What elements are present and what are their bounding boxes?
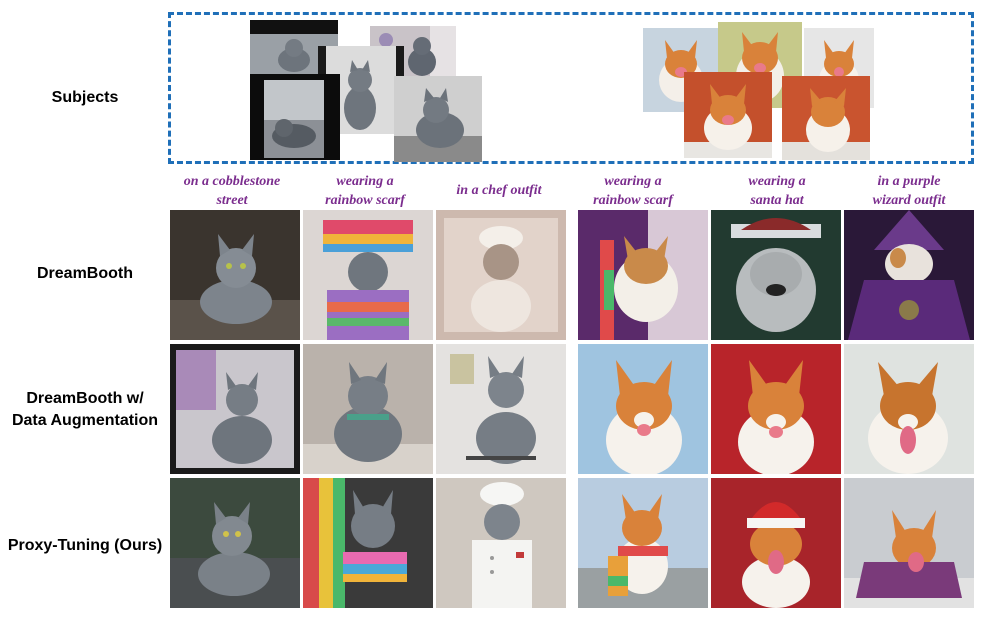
prompt-line: wearing a — [336, 174, 394, 189]
prompt-line: rainbow scarf — [325, 193, 405, 208]
dreambooth-cat-cobblestone — [170, 210, 300, 340]
prompt-chef-outfit: in a chef outfit — [434, 181, 564, 200]
prompt-line: street — [216, 193, 248, 208]
dog-subject-photo-5 — [782, 76, 870, 160]
proxy-dog-santa-hat — [711, 478, 841, 608]
prompt-line: santa hat — [750, 193, 804, 208]
dreambooth-dog-santa-hat — [711, 210, 841, 340]
dreambooth-cat-rainbow-scarf — [303, 210, 433, 340]
proxy-dog-wizard — [844, 478, 974, 608]
aug-cat-cobblestone — [170, 344, 300, 474]
prompt-line: in a purple — [877, 174, 941, 189]
prompt-cat-rainbow-scarf: wearing a rainbow scarf — [300, 172, 430, 210]
prompt-cobblestone: on a cobblestone street — [167, 172, 297, 210]
dreambooth-row-label: DreamBooth — [36, 265, 133, 282]
prompt-dog-rainbow-scarf: wearing a rainbow scarf — [568, 172, 698, 210]
dog-subject-photo-4 — [684, 72, 772, 158]
aug-cat-chef — [436, 344, 566, 474]
dreambooth-cat-chef — [436, 210, 566, 340]
aug-dog-santa-hat — [711, 344, 841, 474]
prompt-line: wearing a — [748, 174, 806, 189]
prompt-line: wearing a — [604, 174, 662, 189]
prompt-wizard-outfit: in a purple wizard outfit — [844, 172, 974, 210]
dreambooth-aug-label-line1: DreamBooth w/ — [26, 390, 144, 407]
proxy-cat-rainbow-scarf — [303, 478, 433, 608]
prompt-line: in a chef outfit — [456, 183, 542, 198]
dreambooth-dog-rainbow-scarf — [578, 210, 708, 340]
dreambooth-aug-label-line2: Data Augmentation — [11, 412, 159, 429]
proxy-cat-chef — [436, 478, 566, 608]
cat-subject-photo-5 — [394, 76, 482, 162]
prompt-line: on a cobblestone — [183, 174, 281, 189]
aug-dog-rainbow-scarf — [578, 344, 708, 474]
dreambooth-aug-row-label: DreamBooth w/ Data Augmentation — [0, 388, 170, 432]
prompt-santa-hat: wearing a santa hat — [712, 172, 842, 210]
dreambooth-dog-wizard — [844, 210, 974, 340]
subjects-row-label: Subjects — [51, 89, 119, 106]
prompt-line: rainbow scarf — [593, 193, 673, 208]
aug-dog-wizard — [844, 344, 974, 474]
proxy-cat-cobblestone — [170, 478, 300, 608]
proxy-tuning-row-label: Proxy-Tuning (Ours) — [7, 537, 163, 554]
proxy-dog-rainbow-scarf — [578, 478, 708, 608]
cat-subject-photo-4 — [250, 74, 340, 160]
prompt-line: wizard outfit — [872, 193, 946, 208]
aug-cat-rainbow-scarf — [303, 344, 433, 474]
